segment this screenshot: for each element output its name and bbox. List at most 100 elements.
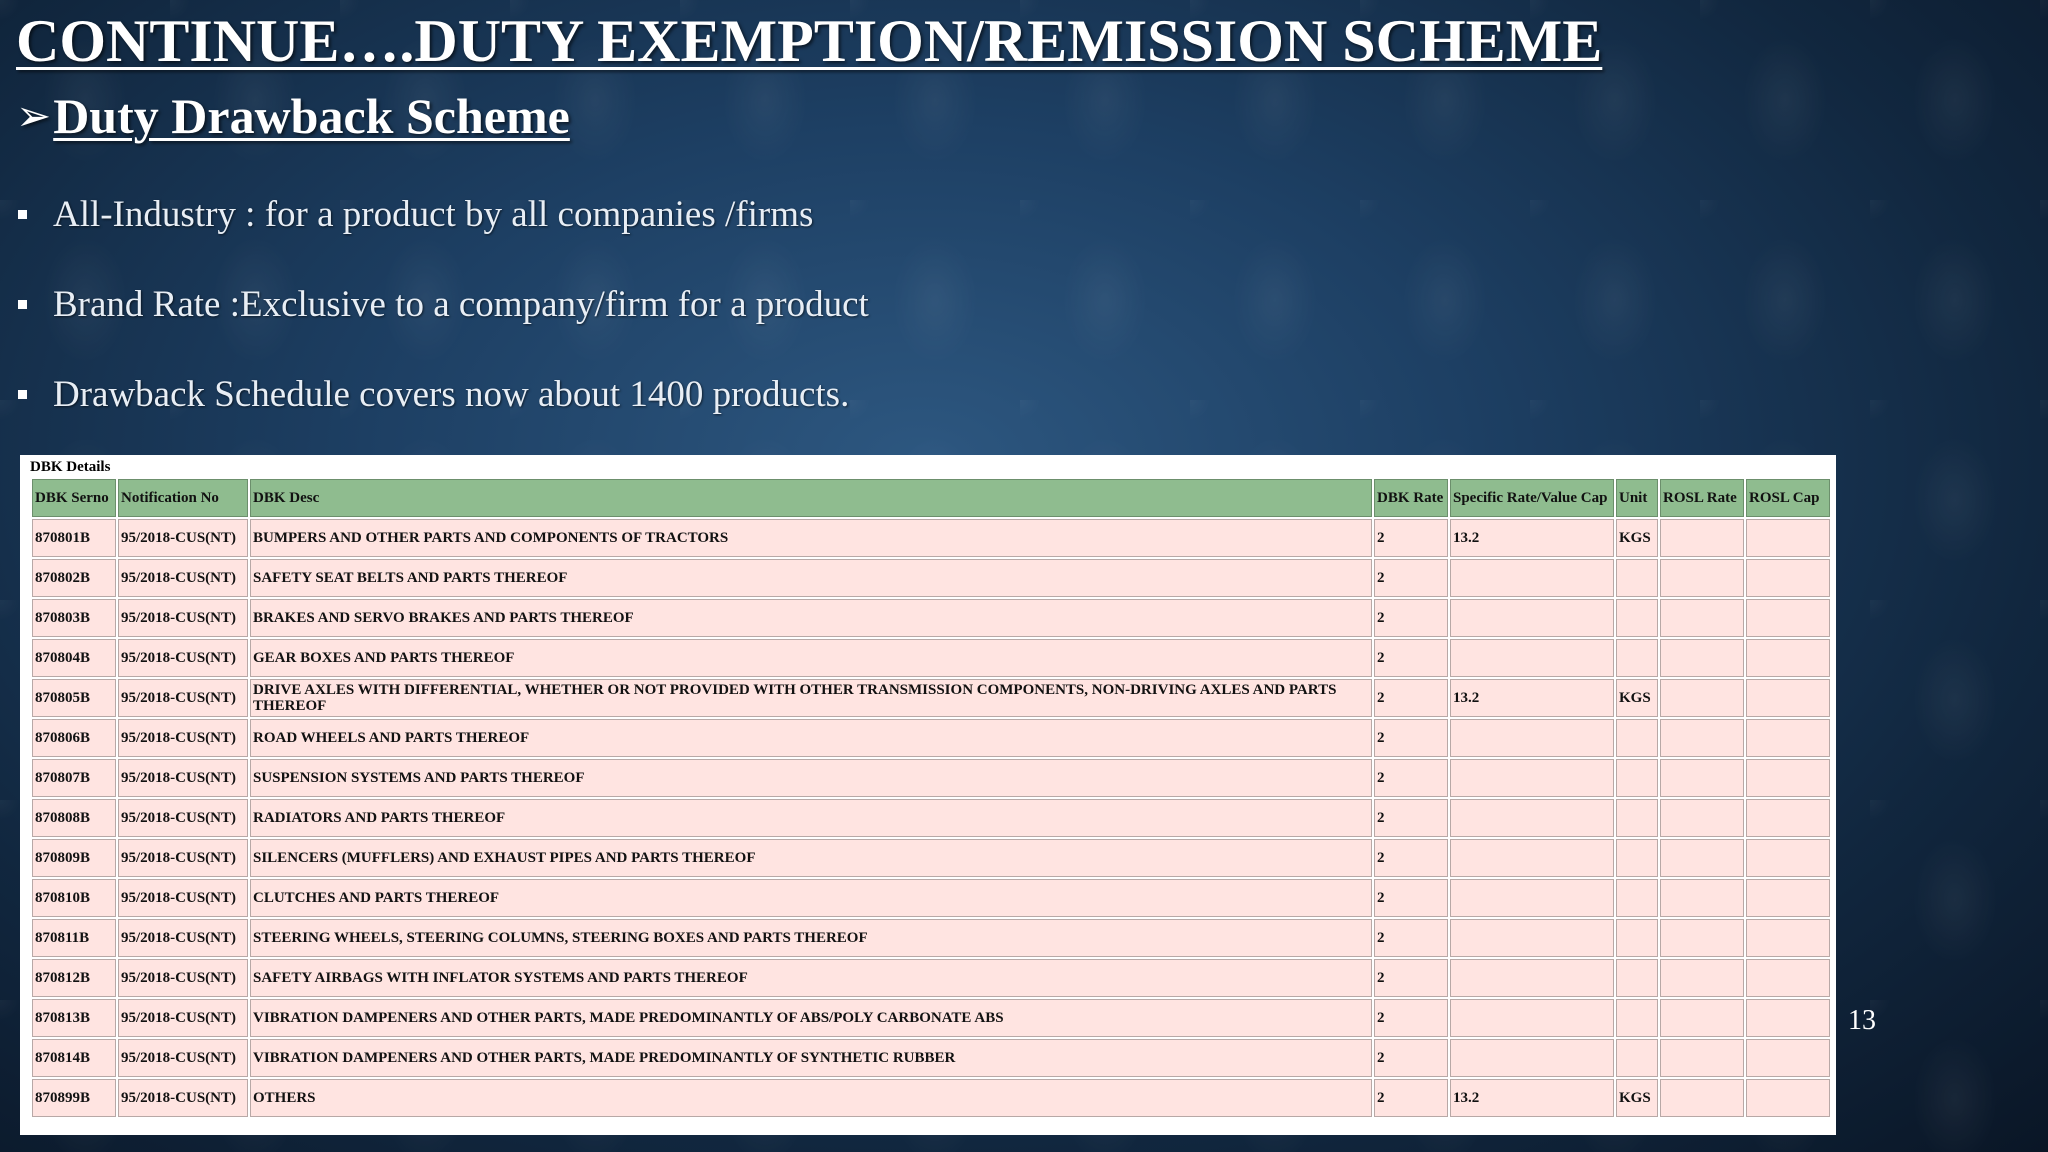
unit-cell: [1616, 799, 1658, 837]
notification-no-cell: 95/2018-CUS(NT): [118, 1039, 248, 1077]
unit-cell: [1616, 1039, 1658, 1077]
unit-cell: [1616, 639, 1658, 677]
rosl-cap-cell: [1746, 1079, 1830, 1117]
specific-rate-cell: 13.2: [1450, 519, 1614, 557]
square-bullet-icon: [18, 299, 27, 309]
unit-cell: [1616, 879, 1658, 917]
table-row: 870810B 95/2018-CUS(NT) CLUTCHES AND PARTS…: [32, 879, 1830, 917]
rosl-rate-cell: [1660, 879, 1744, 917]
rosl-rate-cell: [1660, 839, 1744, 877]
column-header: DBK Serno: [32, 479, 116, 517]
dbk-rate-cell: 2: [1374, 879, 1448, 917]
rosl-rate-cell: [1660, 959, 1744, 997]
rosl-rate-cell: [1660, 759, 1744, 797]
notification-no-cell: 95/2018-CUS(NT): [118, 559, 248, 597]
dbk-desc-cell: CLUTCHES AND PARTS THEREOF: [250, 879, 1372, 917]
dbk-details-caption: DBK Details: [30, 459, 111, 475]
dbk-serno-cell: 870811B: [32, 919, 116, 957]
rosl-rate-cell: [1660, 719, 1744, 757]
dbk-desc-cell: OTHERS: [250, 1079, 1372, 1117]
dbk-desc-cell: SAFETY AIRBAGS WITH INFLATOR SYSTEMS AND…: [250, 959, 1372, 997]
notification-no-cell: 95/2018-CUS(NT): [118, 959, 248, 997]
dbk-desc-cell: VIBRATION DAMPENERS AND OTHER PARTS, MAD…: [250, 999, 1372, 1037]
slide-title: CONTINUE….DUTY EXEMPTION/REMISSION SCHEM…: [16, 8, 1603, 74]
rosl-cap-cell: [1746, 639, 1830, 677]
dbk-serno-cell: 870804B: [32, 639, 116, 677]
table-row: 870802B 95/2018-CUS(NT) SAFETY SEAT BELTS …: [32, 559, 1830, 597]
dbk-serno-cell: 870806B: [32, 719, 116, 757]
rosl-rate-cell: [1660, 919, 1744, 957]
specific-rate-cell: 13.2: [1450, 679, 1614, 717]
bullet-item: All-Industry : for a product by all comp…: [18, 190, 869, 238]
table-row: 870806B 95/2018-CUS(NT) ROAD WHEELS AND PA…: [32, 719, 1830, 757]
dbk-desc-cell: VIBRATION DAMPENERS AND OTHER PARTS, MAD…: [250, 1039, 1372, 1077]
dbk-rate-cell: 2: [1374, 759, 1448, 797]
specific-rate-cell: [1450, 959, 1614, 997]
specific-rate-cell: [1450, 599, 1614, 637]
rosl-cap-cell: [1746, 679, 1830, 717]
rosl-cap-cell: [1746, 959, 1830, 997]
rosl-cap-cell: [1746, 759, 1830, 797]
specific-rate-cell: [1450, 919, 1614, 957]
rosl-cap-cell: [1746, 839, 1830, 877]
dbk-rate-cell: 2: [1374, 1079, 1448, 1117]
column-header: DBK Desc: [250, 479, 1372, 517]
specific-rate-cell: [1450, 999, 1614, 1037]
rosl-rate-cell: [1660, 1079, 1744, 1117]
dbk-rate-cell: 2: [1374, 999, 1448, 1037]
dbk-serno-cell: 870814B: [32, 1039, 116, 1077]
dbk-serno-cell: 870803B: [32, 599, 116, 637]
dbk-rate-cell: 2: [1374, 559, 1448, 597]
rosl-cap-cell: [1746, 879, 1830, 917]
notification-no-cell: 95/2018-CUS(NT): [118, 639, 248, 677]
unit-cell: KGS: [1616, 1079, 1658, 1117]
notification-no-cell: 95/2018-CUS(NT): [118, 519, 248, 557]
dbk-table: DBK Serno Notification No DBK Desc DBK R…: [30, 477, 1832, 1119]
bullet-text: All-Industry : for a product by all comp…: [53, 193, 814, 235]
dbk-serno-cell: 870802B: [32, 559, 116, 597]
unit-cell: [1616, 959, 1658, 997]
rosl-rate-cell: [1660, 679, 1744, 717]
table-header-row: DBK Serno Notification No DBK Desc DBK R…: [32, 479, 1830, 517]
dbk-serno-cell: 870801B: [32, 519, 116, 557]
table-row: 870899B 95/2018-CUS(NT) OTHERS 2 13.2 KGS: [32, 1079, 1830, 1117]
dbk-rate-cell: 2: [1374, 799, 1448, 837]
arrow-bullet-icon: ➢: [16, 91, 52, 140]
rosl-cap-cell: [1746, 1039, 1830, 1077]
table-row: 870803B 95/2018-CUS(NT) BRAKES AND SERVO B…: [32, 599, 1830, 637]
bullet-text: Brand Rate :Exclusive to a company/firm …: [53, 283, 869, 325]
rosl-rate-cell: [1660, 1039, 1744, 1077]
specific-rate-cell: 13.2: [1450, 1079, 1614, 1117]
rosl-rate-cell: [1660, 559, 1744, 597]
dbk-desc-cell: ROAD WHEELS AND PARTS THEREOF: [250, 719, 1372, 757]
table-row: 870804B 95/2018-CUS(NT) GEAR BOXES AND PAR…: [32, 639, 1830, 677]
dbk-rate-cell: 2: [1374, 839, 1448, 877]
dbk-serno-cell: 870807B: [32, 759, 116, 797]
dbk-desc-cell: GEAR BOXES AND PARTS THEREOF: [250, 639, 1372, 677]
notification-no-cell: 95/2018-CUS(NT): [118, 759, 248, 797]
dbk-rate-cell: 2: [1374, 719, 1448, 757]
rosl-rate-cell: [1660, 799, 1744, 837]
unit-cell: [1616, 839, 1658, 877]
dbk-serno-cell: 870812B: [32, 959, 116, 997]
notification-no-cell: 95/2018-CUS(NT): [118, 919, 248, 957]
column-header: Specific Rate/Value Cap: [1450, 479, 1614, 517]
dbk-desc-cell: SILENCERS (MUFFLERS) AND EXHAUST PIPES A…: [250, 839, 1372, 877]
column-header: Unit: [1616, 479, 1658, 517]
notification-no-cell: 95/2018-CUS(NT): [118, 679, 248, 717]
square-bullet-icon: [18, 209, 27, 219]
column-header: ROSL Rate: [1660, 479, 1744, 517]
dbk-desc-cell: SAFETY SEAT BELTS AND PARTS THEREOF: [250, 559, 1372, 597]
table-body: 870801B 95/2018-CUS(NT) BUMPERS AND OTHER …: [32, 519, 1830, 1117]
rosl-cap-cell: [1746, 919, 1830, 957]
dbk-desc-cell: STEERING WHEELS, STEERING COLUMNS, STEER…: [250, 919, 1372, 957]
dbk-rate-cell: 2: [1374, 519, 1448, 557]
unit-cell: KGS: [1616, 519, 1658, 557]
dbk-serno-cell: 870805B: [32, 679, 116, 717]
rosl-rate-cell: [1660, 999, 1744, 1037]
table-row: 870801B 95/2018-CUS(NT) BUMPERS AND OTHER …: [32, 519, 1830, 557]
dbk-details-panel: DBK Details DBK Serno Notification No DB…: [20, 455, 1836, 1135]
unit-cell: [1616, 719, 1658, 757]
unit-cell: [1616, 919, 1658, 957]
slide-subtitle: Duty Drawback Scheme: [53, 88, 570, 144]
